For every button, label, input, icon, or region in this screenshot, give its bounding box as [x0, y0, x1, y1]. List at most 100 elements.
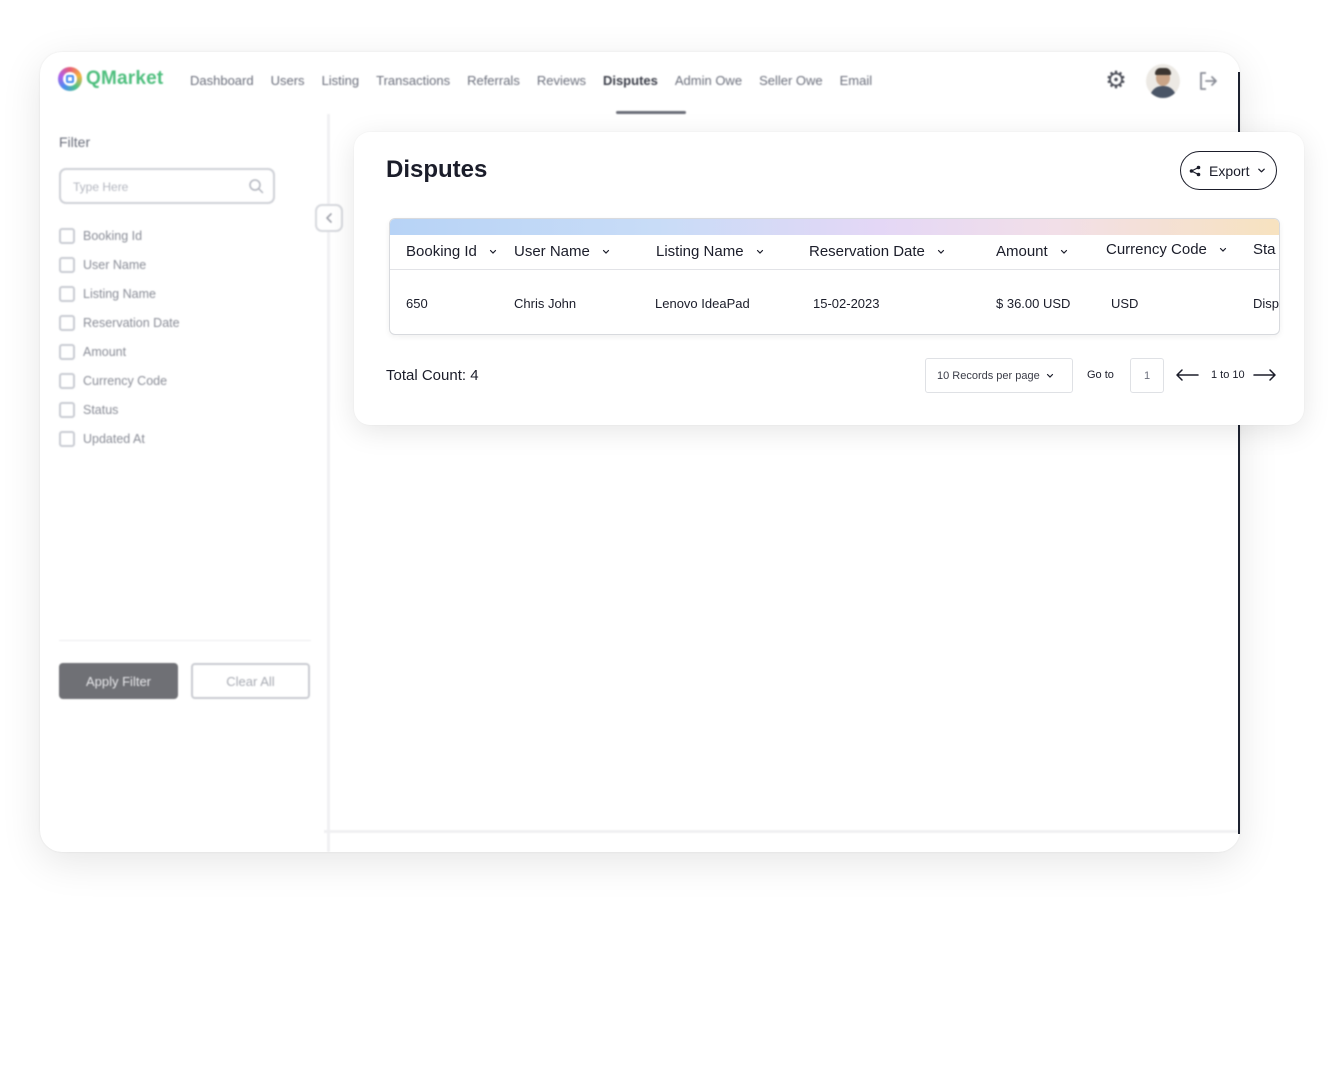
- filter-item-currency-code[interactable]: Currency Code: [59, 366, 180, 395]
- nav-link-referrals[interactable]: Referrals: [467, 73, 520, 88]
- nav-link-users[interactable]: Users: [271, 73, 305, 88]
- column-header-listing-name[interactable]: Listing Name: [656, 243, 764, 260]
- nav-link-transactions[interactable]: Transactions: [376, 73, 450, 88]
- export-label: Export: [1209, 162, 1250, 179]
- gear-icon[interactable]: ⚙: [1104, 69, 1128, 93]
- column-header-amount[interactable]: Amount: [996, 243, 1068, 260]
- logout-icon[interactable]: [1196, 69, 1220, 93]
- nav-link-email[interactable]: Email: [840, 73, 873, 88]
- disputes-card: Disputes Export Booking Id User Name Lis…: [354, 132, 1304, 425]
- checkbox[interactable]: [59, 372, 75, 389]
- arrow-right-icon[interactable]: [1252, 367, 1278, 383]
- checkbox[interactable]: [59, 227, 75, 244]
- share-icon: [1189, 165, 1201, 176]
- column-label: Listing Name: [656, 243, 744, 260]
- logo[interactable]: QMarket: [58, 67, 163, 91]
- column-label: Booking Id: [406, 243, 477, 260]
- nav-link-seller-owe[interactable]: Seller Owe: [759, 73, 823, 88]
- cell-reservation-date: 15-02-2023: [813, 296, 880, 311]
- top-navigation: QMarket Dashboard Users Listing Transact…: [40, 52, 1240, 114]
- search-placeholder: Type Here: [73, 180, 129, 194]
- logo-mark-icon: [58, 67, 82, 91]
- filter-item-updated-at[interactable]: Updated At: [59, 424, 180, 453]
- filter-item-user-name[interactable]: User Name: [59, 250, 180, 279]
- cell-status: Disp: [1253, 296, 1280, 311]
- filter-label: Currency Code: [83, 373, 168, 388]
- checkbox[interactable]: [59, 314, 75, 331]
- filter-label: Booking Id: [83, 228, 143, 243]
- filter-item-status[interactable]: Status: [59, 395, 180, 424]
- cell-amount: $ 36.00 USD: [996, 296, 1071, 311]
- nav-link-disputes[interactable]: Disputes: [603, 73, 658, 88]
- table-row[interactable]: 650 Chris John Lenovo IdeaPad 15-02-2023…: [390, 271, 1280, 334]
- chevron-down-icon: [937, 249, 945, 254]
- cell-booking-id: 650: [406, 296, 428, 311]
- checkbox[interactable]: [59, 401, 75, 418]
- filter-title: Filter: [59, 134, 91, 150]
- column-header-user-name[interactable]: User Name: [514, 243, 610, 260]
- chevron-down-icon: [489, 249, 496, 254]
- export-button[interactable]: Export: [1180, 151, 1277, 190]
- nav-link-reviews[interactable]: Reviews: [537, 73, 586, 88]
- filter-item-amount[interactable]: Amount: [59, 337, 180, 366]
- column-label: Reservation Date: [809, 243, 925, 260]
- filter-item-booking-id[interactable]: Booking Id: [59, 221, 180, 250]
- column-label: User Name: [514, 243, 590, 260]
- records-per-page-select[interactable]: 10 Records per page: [925, 358, 1073, 393]
- chevron-left-icon: [326, 213, 332, 223]
- chevron-down-icon: [1046, 373, 1053, 378]
- filter-label: Status: [83, 402, 119, 417]
- column-label: Currency Code: [1106, 241, 1207, 258]
- content-bottom-border: [324, 830, 1240, 833]
- checkbox[interactable]: [59, 430, 75, 447]
- column-header-reservation-date[interactable]: Reservation Date: [809, 243, 945, 260]
- logo-text: QMarket: [86, 68, 164, 89]
- cell-user-name: Chris John: [514, 296, 577, 311]
- cell-listing-name: Lenovo IdeaPad: [655, 296, 750, 311]
- column-label: Amount: [996, 243, 1048, 260]
- chevron-down-icon: [1258, 168, 1266, 173]
- filter-label: Amount: [83, 344, 127, 359]
- goto-page-input[interactable]: 1: [1130, 358, 1164, 393]
- filter-list: Booking Id User Name Listing Name Reserv…: [59, 221, 180, 453]
- filter-label: Reservation Date: [83, 315, 180, 330]
- column-header-booking-id[interactable]: Booking Id: [406, 243, 497, 260]
- filter-item-reservation-date[interactable]: Reservation Date: [59, 308, 180, 337]
- avatar[interactable]: [1146, 64, 1180, 98]
- cell-currency-code: USD: [1111, 296, 1139, 311]
- goto-label: Go to: [1087, 369, 1114, 381]
- filter-sidebar: Filter Type Here Booking Id User Name Li…: [40, 114, 343, 852]
- search-icon: [249, 179, 264, 194]
- chevron-down-icon: [602, 249, 609, 254]
- filter-label: Listing Name: [83, 286, 156, 301]
- checkbox[interactable]: [59, 256, 75, 273]
- arrow-left-icon[interactable]: [1174, 367, 1200, 383]
- checkbox[interactable]: [59, 285, 75, 302]
- collapse-sidebar-button[interactable]: [315, 204, 343, 232]
- chevron-down-icon: [1219, 247, 1226, 252]
- nav-link-admin-owe[interactable]: Admin Owe: [675, 73, 742, 88]
- filter-search-input[interactable]: Type Here: [59, 168, 275, 204]
- filter-label: User Name: [83, 257, 147, 272]
- page-title: Disputes: [386, 156, 488, 183]
- disputes-table: Booking Id User Name Listing Name Reserv…: [389, 218, 1280, 335]
- sidebar-divider: [59, 640, 311, 641]
- chevron-down-icon: [1060, 249, 1067, 254]
- page-range: 1 to 10: [1211, 369, 1245, 381]
- active-nav-indicator: [616, 111, 686, 114]
- table-header-gradient: [390, 219, 1279, 235]
- chevron-down-icon: [756, 249, 763, 254]
- column-header-status[interactable]: Sta: [1253, 241, 1276, 258]
- filter-label: Updated At: [83, 431, 145, 446]
- apply-filter-button[interactable]: Apply Filter: [59, 663, 178, 699]
- records-per-page-label: 10 Records per page: [937, 369, 1040, 382]
- checkbox[interactable]: [59, 343, 75, 360]
- clear-all-button[interactable]: Clear All: [191, 663, 310, 699]
- table-header-row: Booking Id User Name Listing Name Reserv…: [390, 235, 1279, 270]
- nav-link-dashboard[interactable]: Dashboard: [190, 73, 254, 88]
- column-label: Sta: [1253, 241, 1276, 258]
- column-header-currency-code[interactable]: Currency Code: [1106, 241, 1227, 258]
- nav-link-listing[interactable]: Listing: [322, 73, 360, 88]
- filter-item-listing-name[interactable]: Listing Name: [59, 279, 180, 308]
- nav-links: Dashboard Users Listing Transactions Ref…: [190, 73, 889, 88]
